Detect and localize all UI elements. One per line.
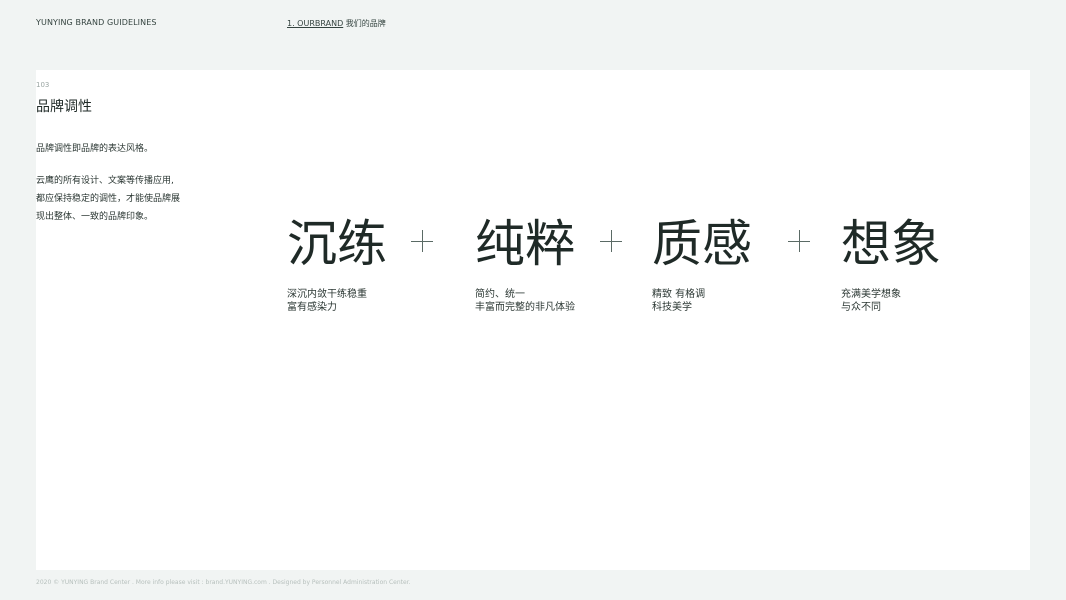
footer-text: 2020 © YUNYING Brand Center . More info …: [36, 579, 411, 586]
description-line: 现出整体、一致的品牌印象。: [36, 212, 154, 222]
breadcrumb: 1. OURBRAND 我们的品牌: [287, 18, 386, 29]
trait-description: 深沉内敛干练稳重 富有感染力: [287, 288, 387, 314]
trait-chuncui: 纯粹 简约、统一 丰富而完整的非凡体验: [475, 214, 575, 314]
intro-text: 品牌调性即品牌的表达风格。: [36, 144, 154, 154]
trait-desc-line: 富有感染力: [287, 302, 337, 313]
page-number: 103: [36, 81, 50, 89]
plus-icon: [788, 230, 810, 252]
description-line: 都应保持稳定的调性，才能使品牌展: [36, 194, 181, 204]
trait-desc-line: 丰富而完整的非凡体验: [475, 302, 575, 313]
trait-title: 沉练: [287, 215, 387, 273]
trait-desc-line: 深沉内敛干练稳重: [287, 289, 367, 300]
trait-xiangxiang: 想象 充满美学想象 与众不同: [841, 214, 941, 314]
description-line: 云鹰的所有设计、文案等传播应用,: [36, 176, 174, 186]
trait-desc-line: 科技美学: [652, 302, 692, 313]
trait-desc-line: 与众不同: [841, 302, 881, 313]
nav-suffix: 我们的品牌: [343, 19, 386, 28]
trait-description: 充满美学想象 与众不同: [841, 288, 941, 314]
nav-link-ourbrand[interactable]: 1. OURBRAND: [287, 19, 343, 28]
trait-title: 想象: [841, 215, 941, 273]
trait-description: 精致 有格调 科技美学: [652, 288, 752, 314]
plus-icon: [411, 230, 433, 252]
trait-description: 简约、统一 丰富而完整的非凡体验: [475, 288, 575, 314]
trait-desc-line: 简约、统一: [475, 289, 525, 300]
brand-guidelines-title: YUNYING BRAND GUIDELINES: [36, 18, 157, 27]
trait-desc-line: 精致 有格调: [652, 289, 706, 300]
plus-icon: [600, 230, 622, 252]
trait-title: 纯粹: [475, 215, 575, 273]
description-text: 云鹰的所有设计、文案等传播应用, 都应保持稳定的调性，才能使品牌展 现出整体、一…: [36, 172, 196, 226]
content-panel: 103 品牌调性 品牌调性即品牌的表达风格。 云鹰的所有设计、文案等传播应用, …: [36, 70, 1030, 570]
page-title: 品牌调性: [36, 99, 92, 115]
trait-zhigan: 质感 精致 有格调 科技美学: [652, 214, 752, 314]
trait-chenlian: 沉练 深沉内敛干练稳重 富有感染力: [287, 214, 387, 314]
trait-title: 质感: [652, 215, 752, 273]
trait-desc-line: 充满美学想象: [841, 289, 901, 300]
